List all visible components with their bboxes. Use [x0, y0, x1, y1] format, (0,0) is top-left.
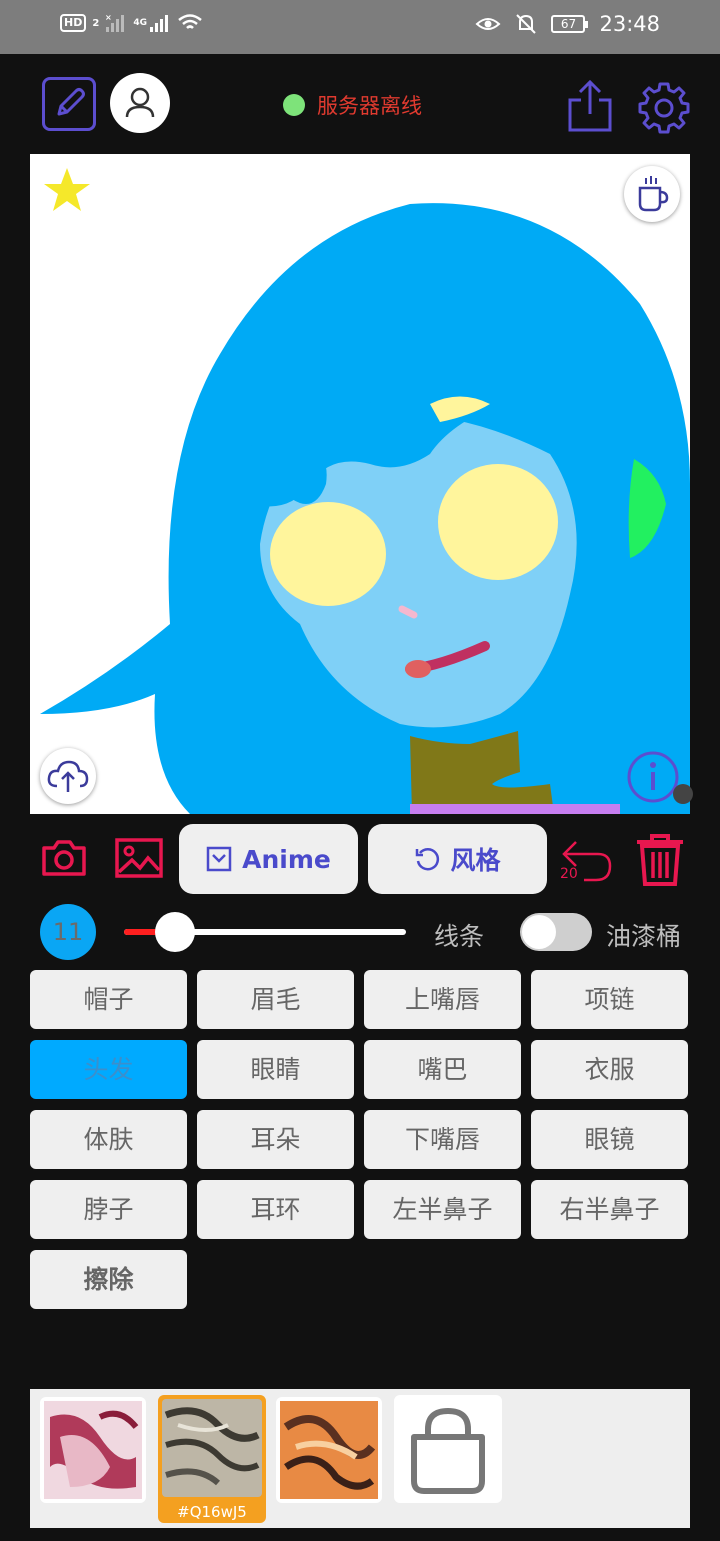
refresh-icon [416, 848, 440, 871]
part-button[interactable]: 脖子 [30, 1180, 187, 1239]
anime-label: Anime [242, 844, 331, 874]
part-button[interactable]: 耳环 [197, 1180, 354, 1239]
info-button[interactable] [626, 750, 680, 804]
style-thumbnail[interactable] [276, 1397, 382, 1503]
toggle-knob [522, 915, 556, 949]
style-tray: #Q16wJ5 [30, 1389, 690, 1528]
right-eye [438, 464, 558, 580]
system-indicators: 67 23:48 [475, 12, 660, 36]
part-button[interactable]: 上嘴唇 [364, 970, 521, 1029]
status-bar: HD 2 × 4G 67 23:48 [0, 0, 720, 54]
edit-button[interactable] [42, 77, 96, 131]
part-button[interactable]: 眼睛 [197, 1040, 354, 1099]
part-button[interactable]: 项链 [531, 970, 688, 1029]
part-button[interactable]: 衣服 [531, 1040, 688, 1099]
lines-label: 线条 [434, 922, 485, 951]
top-toolbar: 服务器离线 [0, 54, 720, 154]
signal-icon [149, 15, 168, 32]
collar-stroke [410, 804, 620, 814]
resize-handle[interactable] [673, 784, 693, 804]
camera-button[interactable] [40, 836, 88, 880]
style-preview [280, 1401, 378, 1499]
shopping-bag-icon [411, 1407, 485, 1494]
delete-button[interactable] [633, 832, 687, 888]
mute-bell-icon [516, 14, 537, 34]
style-label: 风格 [450, 846, 501, 875]
part-button[interactable]: 嘴巴 [364, 1040, 521, 1099]
share-button[interactable] [566, 78, 614, 134]
trash-icon [637, 834, 683, 886]
undo-count: 20 [560, 866, 578, 882]
coffee-button[interactable] [624, 166, 680, 222]
battery-indicator: 67 [551, 15, 589, 33]
camera-icon [42, 840, 86, 876]
style-preview [162, 1399, 262, 1497]
wifi-icon [178, 14, 202, 29]
lip [405, 660, 431, 678]
user-icon [125, 87, 155, 118]
style-thumbnail[interactable] [40, 1397, 146, 1503]
settings-button[interactable] [636, 80, 692, 136]
eye-comfort-icon [475, 18, 501, 30]
selected-style-thumbnail[interactable]: #Q16wJ5 [158, 1395, 266, 1523]
gallery-button[interactable] [114, 836, 164, 880]
cloud-upload-icon [47, 760, 89, 792]
drawing [40, 203, 690, 814]
part-button[interactable]: 眼镜 [531, 1110, 688, 1169]
share-icon [568, 79, 612, 132]
clock: 23:48 [599, 12, 660, 36]
inbox-icon [206, 846, 232, 872]
paint-bucket-label: 油漆桶 [606, 922, 682, 951]
no-signal-icon: × [105, 13, 125, 32]
drawing-canvas[interactable] [30, 154, 690, 814]
part-button[interactable]: 头发 [30, 1040, 187, 1099]
anime-button[interactable]: Anime [179, 824, 358, 894]
hd-badge: HD [60, 14, 87, 32]
slider-thumb[interactable] [154, 912, 195, 952]
style-preview [44, 1401, 142, 1499]
star-icon[interactable] [42, 166, 92, 216]
status-dot [283, 94, 305, 116]
network-4g-label: 4G [133, 18, 147, 28]
pencil-icon [57, 88, 85, 116]
svg-text:×: × [105, 13, 112, 22]
style-button[interactable]: 风格 [368, 824, 547, 894]
avatar[interactable] [110, 73, 170, 133]
part-button[interactable]: 眉毛 [197, 970, 354, 1029]
style-code: #Q16wJ5 [177, 1503, 247, 1521]
shop-button[interactable] [394, 1395, 502, 1503]
part-button[interactable]: 擦除 [30, 1250, 187, 1309]
paint-bucket-toggle[interactable] [520, 913, 592, 951]
coffee-cup-icon [638, 176, 669, 212]
info-icon [627, 751, 679, 803]
part-button[interactable]: 帽子 [30, 970, 187, 1029]
upload-button[interactable] [40, 748, 96, 804]
brush-size-indicator: 11 [40, 904, 96, 960]
part-button[interactable]: 右半鼻子 [531, 1180, 688, 1239]
sim-slot: 2 [92, 17, 100, 29]
part-button[interactable]: 耳朵 [197, 1110, 354, 1169]
part-button[interactable]: 体肤 [30, 1110, 187, 1169]
part-button[interactable]: 左半鼻子 [364, 1180, 521, 1239]
server-status: 服务器离线 [283, 90, 422, 120]
part-button[interactable]: 下嘴唇 [364, 1110, 521, 1169]
left-eye [270, 502, 386, 606]
gear-icon [638, 82, 690, 134]
server-status-text: 服务器离线 [317, 94, 422, 118]
network-indicators: HD 2 × 4G [60, 13, 203, 33]
image-icon [115, 838, 163, 878]
